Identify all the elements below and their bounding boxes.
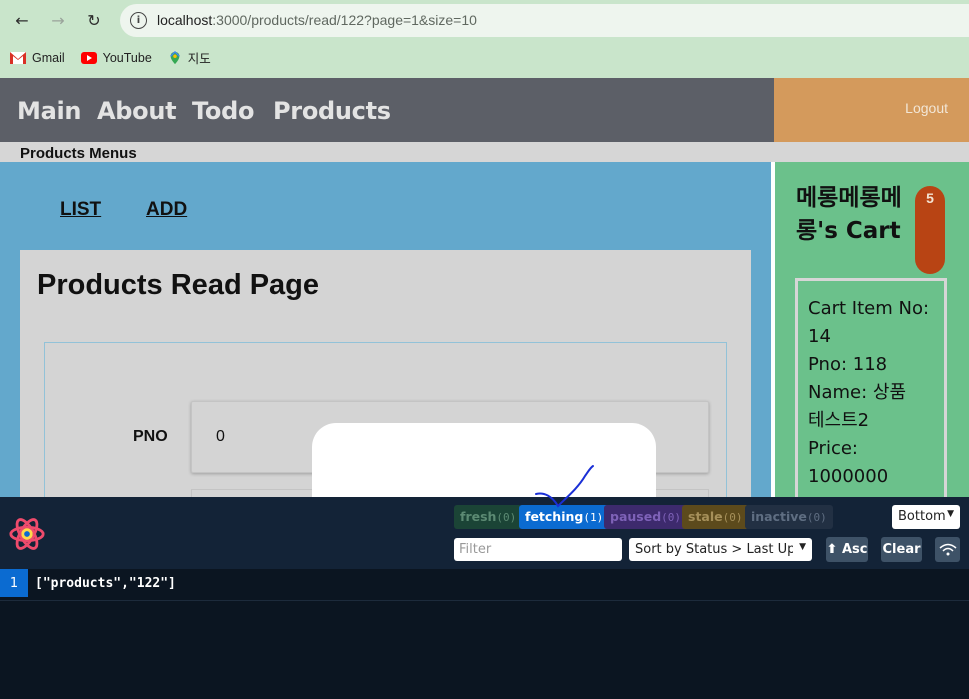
reload-button[interactable]: ↻ [82, 8, 106, 32]
forward-button[interactable]: → [46, 8, 70, 32]
browser-toolbar: ← → ↻ i localhost:3000/products/read/122… [0, 0, 969, 78]
cart-area: 메롱메롱메롱's Cart 5 Cart Item No: 14 Pno: 11… [771, 162, 969, 508]
cart-panel: 메롱메롱메롱's Cart 5 Cart Item No: 14 Pno: 11… [775, 162, 969, 508]
bookmark-maps[interactable]: 지도 [168, 48, 211, 67]
checkmark-annotation-icon [535, 465, 594, 508]
chevron-down-icon: ▼ [799, 542, 806, 552]
list-link[interactable]: LIST [60, 199, 101, 221]
logout-link[interactable]: Logout [905, 100, 948, 116]
cart-item-pno: Pno: 118 [808, 354, 888, 375]
cart-count-badge: 5 [915, 186, 945, 274]
app-navbar: Main About Todo Products [0, 78, 774, 142]
position-select[interactable]: Bottom ▼ [892, 505, 960, 529]
nav-main[interactable]: Main [17, 97, 82, 125]
pno-label: PNO [133, 428, 168, 445]
query-row[interactable]: 1 ["products","122"] [0, 569, 969, 601]
chevron-down-icon: ▼ [947, 509, 954, 519]
site-info-icon[interactable]: i [130, 12, 147, 29]
nav-products[interactable]: Products [273, 97, 391, 125]
query-devtools-panel: fresh(0) fetching(1) paused(0) stale(0) … [0, 497, 969, 699]
menus-title: Products Menus [20, 145, 137, 162]
status-fresh-pill[interactable]: fresh(0) [454, 505, 523, 529]
add-link[interactable]: ADD [146, 199, 187, 221]
nav-todo[interactable]: Todo [192, 97, 254, 125]
sort-select-value: Sort by Status > Last Updated [635, 542, 793, 557]
bookmark-label: Gmail [32, 50, 65, 65]
address-bar[interactable]: i localhost:3000/products/read/122?page=… [120, 4, 969, 37]
bookmark-label: YouTube [102, 50, 152, 65]
gmail-icon [10, 51, 26, 64]
pno-value: 0 [216, 428, 225, 445]
logout-area: Logout [774, 78, 969, 142]
page-title: Products Read Page [37, 269, 320, 301]
wifi-icon[interactable] [935, 537, 960, 562]
sort-asc-button[interactable]: ⬆ Asc [826, 537, 868, 562]
position-select-value: Bottom [898, 509, 946, 524]
query-observer-count: 1 [0, 569, 28, 597]
clear-button[interactable]: Clear [881, 537, 922, 562]
query-key: ["products","122"] [35, 576, 176, 591]
cart-item-price-label: Price: [808, 438, 858, 459]
youtube-icon [80, 51, 97, 64]
menus-bar: Products Menus [0, 142, 969, 162]
bookmark-youtube[interactable]: YouTube [80, 48, 152, 67]
status-inactive-pill[interactable]: inactive(0) [745, 505, 833, 529]
cart-item-no-value: 14 [808, 326, 831, 347]
react-query-logo-icon[interactable] [8, 515, 46, 553]
back-button[interactable]: ← [10, 8, 34, 32]
cart-item-name-value: 테스트2 [808, 410, 870, 431]
cart-item: Cart Item No: 14 Pno: 118 Name: 상품 테스트2 … [795, 278, 947, 508]
bookmark-label: 지도 [187, 52, 211, 66]
filter-input[interactable] [454, 538, 622, 561]
maps-icon [169, 50, 180, 64]
bookmarks-bar: Gmail YouTube 지도 [10, 48, 211, 67]
cart-item-price-value: 1000000 [808, 466, 889, 487]
cart-item-name-label: Name: 상품 [808, 382, 907, 403]
cart-item-no-label: Cart Item No: [808, 298, 930, 319]
status-stale-pill[interactable]: stale(0) [682, 505, 749, 529]
bookmark-gmail[interactable]: Gmail [10, 48, 65, 67]
nav-about[interactable]: About [97, 97, 177, 125]
sort-select[interactable]: Sort by Status > Last Updated ▼ [629, 538, 812, 561]
devtools-header: fresh(0) fetching(1) paused(0) stale(0) … [0, 497, 969, 569]
cart-title: 메롱메롱메롱's Cart [796, 185, 902, 244]
status-paused-pill[interactable]: paused(0) [604, 505, 688, 529]
url-text: localhost:3000/products/read/122?page=1&… [157, 12, 477, 28]
